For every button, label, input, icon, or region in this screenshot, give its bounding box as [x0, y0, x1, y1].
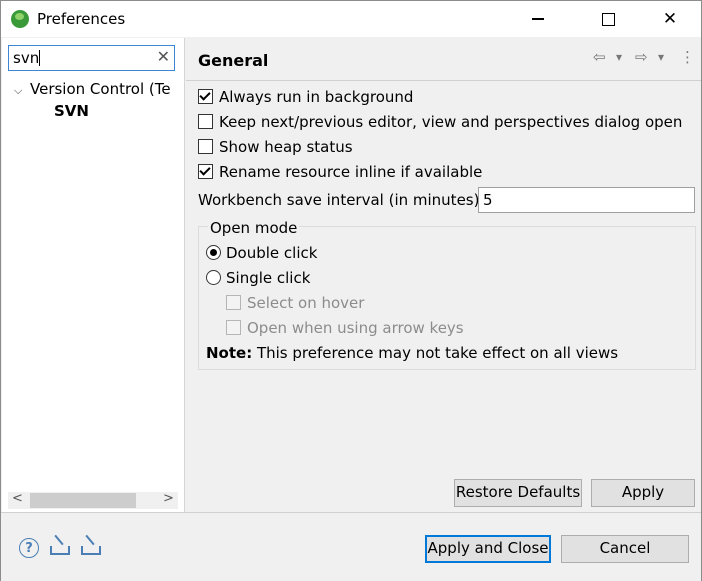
show-heap-status-option[interactable]: Show heap status [198, 138, 353, 156]
select-on-hover-checkbox [226, 295, 241, 310]
open-arrow-keys-checkbox [226, 320, 241, 335]
save-interval-label: Workbench save interval (in minutes): [198, 191, 485, 209]
export-icon[interactable] [81, 546, 101, 555]
page-header: General ⇦ ▾ ⇨ ▾ ⋮ [186, 38, 701, 81]
filter-value: svn [13, 49, 40, 67]
single-click-option[interactable]: Single click [206, 269, 310, 287]
show-heap-status-checkbox[interactable] [198, 139, 213, 154]
save-interval-input[interactable]: 5 [478, 187, 695, 213]
apply-and-close-button[interactable]: Apply and Close [425, 535, 551, 563]
maximize-button[interactable] [585, 1, 631, 37]
preferences-window: Preferences ✕ svn ✕ ⌵ Version Control (Te… [0, 0, 702, 581]
close-window-button[interactable]: ✕ [647, 1, 693, 37]
cancel-button[interactable]: Cancel [561, 535, 689, 563]
select-on-hover-option: Select on hover [226, 294, 364, 312]
keep-dialog-open-checkbox[interactable] [198, 114, 213, 129]
double-click-option[interactable]: Double click [206, 244, 317, 262]
open-mode-title: Open mode [208, 219, 300, 237]
back-arrow-icon[interactable]: ⇦ [593, 48, 606, 66]
keep-dialog-open-option[interactable]: Keep next/previous editor, view and pers… [198, 113, 682, 131]
forward-arrow-icon[interactable]: ⇨ [635, 48, 648, 66]
always-run-background-option[interactable]: Always run in background [198, 88, 413, 106]
horizontal-scrollbar[interactable]: < > [8, 491, 178, 509]
restore-defaults-button[interactable]: Restore Defaults [454, 479, 582, 507]
window-title: Preferences [37, 10, 126, 28]
always-run-background-checkbox[interactable] [198, 89, 213, 104]
import-icon[interactable] [50, 546, 70, 555]
title-bar: Preferences ✕ [1, 1, 701, 37]
scrollbar-thumb[interactable] [30, 493, 136, 508]
chevron-down-icon[interactable]: ⌵ [14, 84, 30, 98]
open-arrow-keys-option: Open when using arrow keys [226, 319, 464, 337]
help-icon[interactable]: ? [19, 538, 39, 558]
minimize-button[interactable] [515, 1, 561, 37]
preference-tree-panel: svn ✕ ⌵ Version Control (Te SVN < > [2, 38, 185, 512]
page-title: General [198, 51, 269, 70]
rename-inline-option[interactable]: Rename resource inline if available [198, 163, 482, 181]
scroll-right-icon[interactable]: > [163, 491, 174, 506]
app-icon [11, 10, 29, 28]
tree-item-label: Version Control (Te [30, 80, 171, 98]
tree-item-svn[interactable]: SVN [54, 102, 89, 120]
text-cursor [39, 50, 41, 66]
minimize-icon [532, 18, 544, 20]
double-click-radio[interactable] [206, 245, 221, 260]
single-click-radio[interactable] [206, 270, 221, 285]
back-dropdown-icon[interactable]: ▾ [616, 50, 622, 64]
clear-filter-icon[interactable]: ✕ [157, 47, 170, 66]
maximize-icon [601, 12, 615, 26]
note-text: Note: This preference may not take effec… [206, 344, 619, 362]
preference-page: General ⇦ ▾ ⇨ ▾ ⋮ Always run in backgrou… [186, 38, 701, 512]
forward-dropdown-icon[interactable]: ▾ [658, 50, 664, 64]
rename-inline-checkbox[interactable] [198, 164, 213, 179]
scroll-left-icon[interactable]: < [12, 491, 23, 506]
apply-button[interactable]: Apply [591, 479, 695, 507]
view-menu-icon[interactable]: ⋮ [680, 48, 695, 66]
tree-item-version-control[interactable]: ⌵ Version Control (Te [14, 80, 184, 98]
filter-input[interactable]: svn ✕ [8, 45, 175, 71]
dialog-footer: ? Apply and Close Cancel [1, 512, 701, 581]
